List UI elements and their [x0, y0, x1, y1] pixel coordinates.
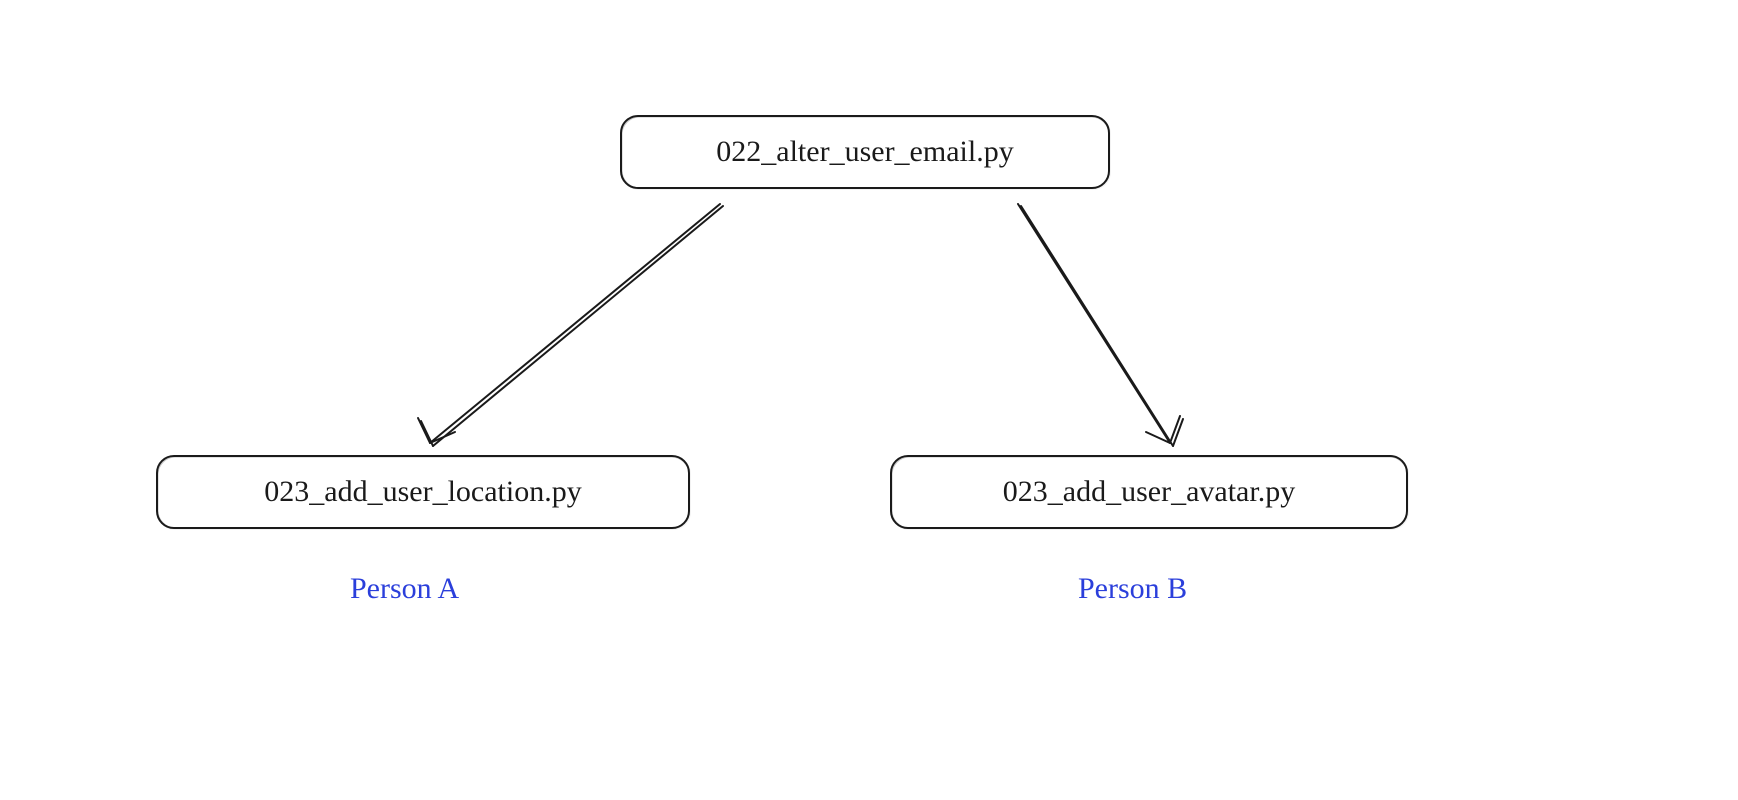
- node-left-migration: 023_add_user_location.py: [156, 455, 690, 529]
- caption-person-b-text: Person B: [1078, 572, 1187, 605]
- caption-person-a-text: Person A: [350, 572, 459, 605]
- node-parent-migration: 022_alter_user_email.py: [620, 115, 1110, 189]
- node-left-label: 023_add_user_location.py: [264, 475, 581, 508]
- node-right-label: 023_add_user_avatar.py: [1003, 475, 1295, 508]
- caption-person-a: Person A: [350, 572, 459, 606]
- node-right-migration: 023_add_user_avatar.py: [890, 455, 1408, 529]
- node-parent-label: 022_alter_user_email.py: [716, 135, 1013, 168]
- caption-person-b: Person B: [1078, 572, 1187, 606]
